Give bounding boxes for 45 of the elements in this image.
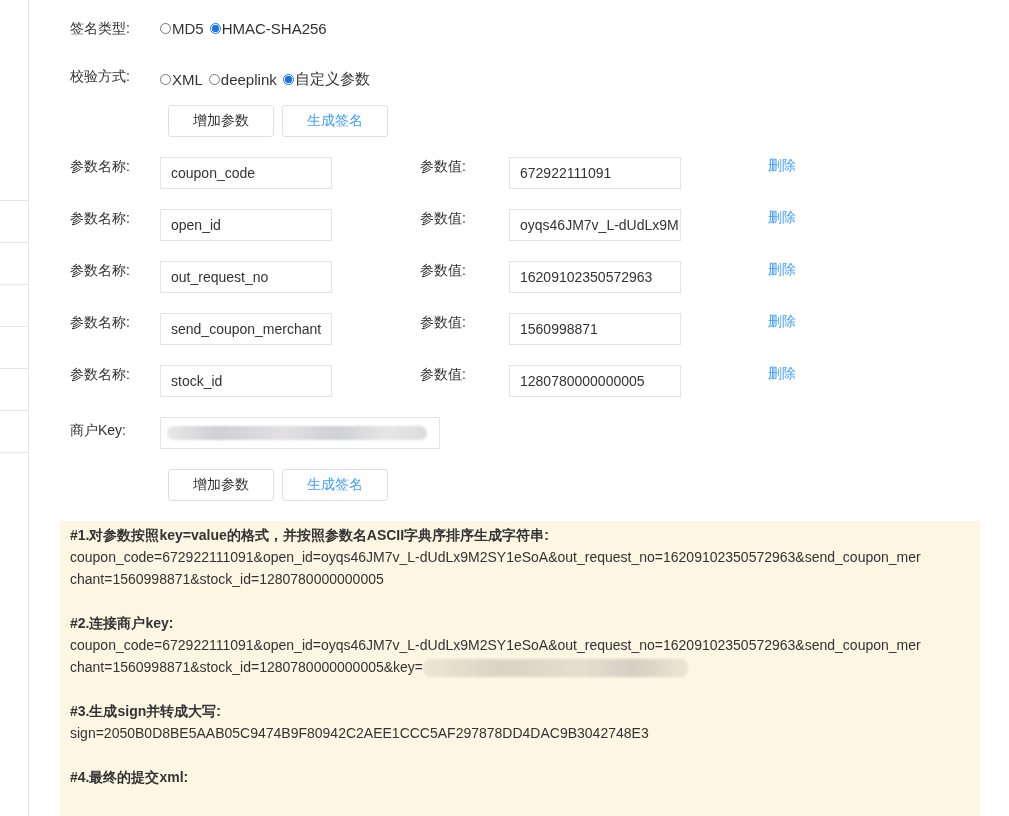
input-field[interactable]: stock_id xyxy=(160,365,332,397)
step-text: chant=1560998871&stock_id=1280780000000005&key= xyxy=(70,659,424,675)
field-label: 校验方式: xyxy=(70,68,131,86)
input-field[interactable]: open_id xyxy=(160,209,332,241)
field-label: 参数值: xyxy=(420,313,467,332)
radio-option[interactable]: HMAC-SHA256 xyxy=(209,20,327,37)
radio-option[interactable]: XML xyxy=(160,70,203,89)
radio-icon[interactable] xyxy=(209,23,221,34)
input-field[interactable]: oyqs46JM7v_L-dUdLx9M xyxy=(509,209,681,241)
radio-icon[interactable] xyxy=(208,74,220,85)
step-heading: #3.生成sign并转成大写: xyxy=(70,702,222,721)
field-label: 参数值: xyxy=(420,157,467,176)
input-field[interactable]: coupon_code xyxy=(160,157,332,189)
add-button[interactable]: 增加参数 xyxy=(168,105,274,137)
radio-icon[interactable] xyxy=(160,23,171,34)
input-field[interactable]: out_request_no xyxy=(160,261,332,293)
field-label: 参数名称: xyxy=(70,365,131,384)
field-label: 商户Key: xyxy=(70,421,127,440)
field-label: 参数名称: xyxy=(70,313,131,332)
input-field[interactable]: 16209102350572963 xyxy=(509,261,681,293)
field-label: 签名类型: xyxy=(70,20,131,38)
radio-option[interactable]: 自定义参数 xyxy=(282,70,370,89)
step-text: sign=2050B0D8BE5AAB05C9474B9F80942C2AEE1CCC5AF297878DD4DAC9B3042748E3 xyxy=(70,725,649,741)
input-field[interactable]: 1280780000000005 xyxy=(509,365,681,397)
radio-option[interactable]: deeplink xyxy=(208,70,277,89)
field-label: 参数值: xyxy=(420,365,467,384)
add-button[interactable]: 增加参数 xyxy=(168,469,274,501)
radio-icon[interactable] xyxy=(282,74,294,85)
radio-option[interactable]: MD5 xyxy=(160,20,204,37)
field-label: 参数名称: xyxy=(70,209,131,228)
step-text: coupon_code=672922111091&open_id=oyqs46JM7v_L-dUdLx9M2SY1eSoA&out_request_no=16209102350572963&send_coupon_mer xyxy=(70,549,921,565)
field-label: 参数值: xyxy=(420,209,467,228)
radio-icon[interactable] xyxy=(160,74,171,85)
input-field[interactable] xyxy=(160,417,440,449)
field-label: 参数名称: xyxy=(70,157,131,176)
input-field[interactable]: 1560998871 xyxy=(509,313,681,345)
step-heading: #4.最终的提交xml: xyxy=(70,768,190,787)
step-heading: #2.连接商户key: xyxy=(70,614,175,633)
step-text: coupon_code=672922111091&open_id=oyqs46JM7v_L-dUdLx9M2SY1eSoA&out_request_no=16209102350572963&send_coupon_mer xyxy=(70,637,921,653)
field-label: 参数值: xyxy=(420,261,467,280)
field-label: 参数名称: xyxy=(70,261,131,280)
input-field[interactable]: send_coupon_merchant xyxy=(160,313,332,345)
step-heading: #1.对参数按照key=value的格式，并按照参数名ASCII字典序排序生成字符串: xyxy=(70,526,550,545)
step-text: chant=1560998871&stock_id=1280780000000005 xyxy=(70,571,384,587)
input-field[interactable]: 672922111091 xyxy=(509,157,681,189)
